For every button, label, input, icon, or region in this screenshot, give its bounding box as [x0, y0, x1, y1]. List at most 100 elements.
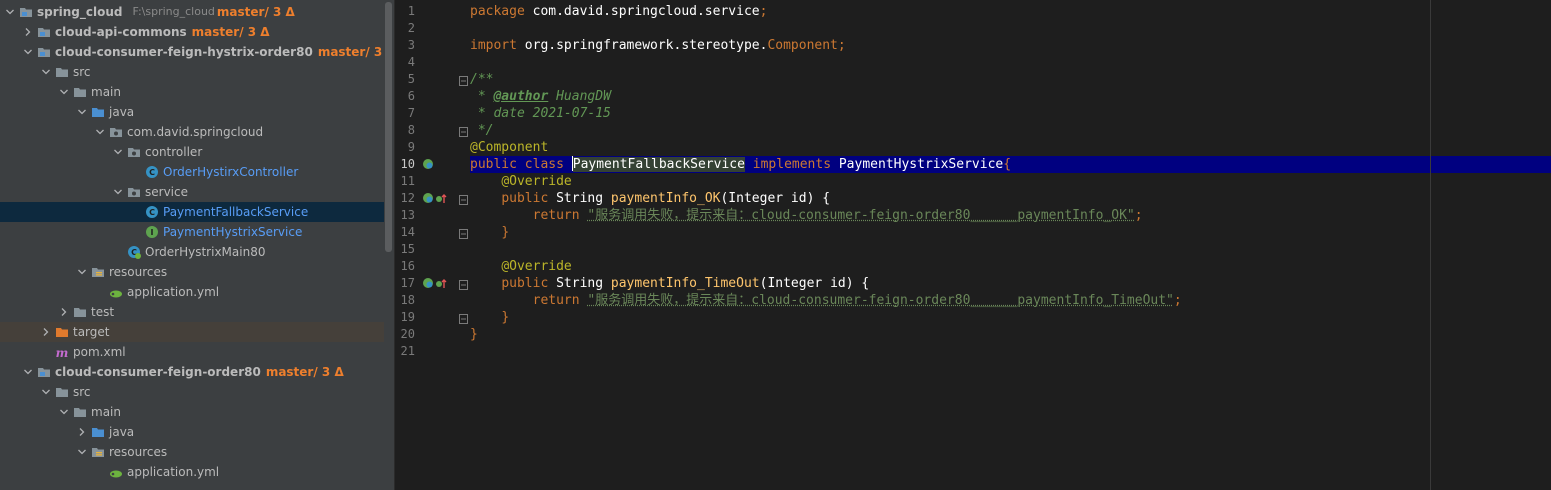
tree-item-src[interactable]: src	[0, 62, 384, 82]
code-line[interactable]	[470, 241, 1551, 258]
code-line[interactable]	[470, 54, 1551, 71]
spring-class-icon: C	[126, 244, 142, 260]
tree-item-application-yml[interactable]: application.yml	[0, 282, 384, 302]
tree-item-orderhystrixmain80[interactable]: C OrderHystrixMain80	[0, 242, 384, 262]
chevron-right-icon[interactable]	[56, 302, 72, 322]
tree-item-orderhystirxcontroller[interactable]: C OrderHystirxController	[0, 162, 384, 182]
tree-item-paymenthystrixservice[interactable]: I PaymentHystrixService	[0, 222, 384, 242]
line-number: 10	[400, 157, 415, 171]
code-line[interactable]: }	[470, 309, 1551, 326]
spring-bean-icon[interactable]	[422, 192, 434, 204]
tree-item-cloud-api-commons[interactable]: cloud-api-commons master/ 3 Δ	[0, 22, 384, 42]
chevron-down-icon[interactable]	[56, 402, 72, 422]
fold-toggle-icon[interactable]	[459, 194, 468, 205]
tree-item-cloud-consumer-feign-order80[interactable]: cloud-consumer-feign-order80 master/ 3 Δ	[0, 362, 384, 382]
tree-item-paymentfallbackservice[interactable]: C PaymentFallbackService	[0, 202, 384, 222]
line-number: 17	[400, 276, 415, 290]
code-line[interactable]: public class PaymentFallbackService impl…	[470, 156, 1551, 173]
tree-item-src[interactable]: src	[0, 382, 384, 402]
tree-item-service[interactable]: service	[0, 182, 384, 202]
code-line[interactable]: import org.springframework.stereotype.Co…	[470, 37, 1551, 54]
svg-text:C: C	[149, 168, 155, 177]
code-token: */	[470, 123, 494, 138]
code-token: {	[1003, 157, 1012, 172]
tree-item-com-david-springcloud[interactable]: com.david.springcloud	[0, 122, 384, 142]
code-line[interactable]	[470, 20, 1551, 37]
line-number: 16	[400, 259, 415, 273]
implements-method-icon[interactable]	[435, 277, 447, 289]
fold-toggle-icon[interactable]	[459, 75, 468, 86]
chevron-down-icon[interactable]	[56, 82, 72, 102]
fold-toggle-icon[interactable]	[459, 126, 468, 137]
code-line[interactable]: @Override	[470, 258, 1551, 275]
code-token: paymentInfo_OK	[610, 191, 721, 206]
line-number: 1	[407, 4, 415, 18]
code-line[interactable]: /**	[470, 71, 1551, 88]
code-line[interactable]	[470, 343, 1551, 360]
chevron-down-icon[interactable]	[74, 442, 90, 462]
chevron-down-icon[interactable]	[92, 122, 108, 142]
tree-item-resources[interactable]: resources	[0, 442, 384, 462]
chevron-down-icon[interactable]	[74, 262, 90, 282]
git-branch-badge: master/ 3 Δ	[191, 25, 270, 39]
tree-item-label: java	[109, 105, 135, 119]
code-line[interactable]: return "服务调用失败，提示来自：cloud-consumer-feign…	[470, 207, 1551, 224]
project-tree-scrollbar[interactable]	[384, 0, 395, 490]
tree-item-main[interactable]: main	[0, 82, 384, 102]
tree-item-label: src	[73, 65, 91, 79]
tree-item-cloud-consumer-feign-hystrix-order80[interactable]: cloud-consumer-feign-hystrix-order80 mast…	[0, 42, 384, 62]
code-line[interactable]: public String paymentInfo_OK(Integer id)…	[470, 190, 1551, 207]
tree-item-java[interactable]: java	[0, 422, 384, 442]
tree-item-label: main	[91, 405, 121, 419]
chevron-right-icon[interactable]	[20, 22, 36, 42]
chevron-down-icon[interactable]	[110, 182, 126, 202]
code-line[interactable]: * @author HuangDW	[470, 88, 1551, 105]
code-line[interactable]: public String paymentInfo_TimeOut(Intege…	[470, 275, 1551, 292]
chevron-down-icon[interactable]	[110, 142, 126, 162]
chevron-down-icon[interactable]	[38, 62, 54, 82]
spring-bean-icon[interactable]	[422, 277, 434, 289]
tree-item-test[interactable]: test	[0, 302, 384, 322]
folder-icon	[72, 404, 88, 420]
implemented-interface-icon[interactable]	[422, 158, 434, 170]
fold-toggle-icon[interactable]	[459, 313, 468, 324]
excluded-folder-icon	[54, 324, 70, 340]
chevron-right-icon[interactable]	[38, 322, 54, 342]
code-line[interactable]: * date 2021-07-15	[470, 105, 1551, 122]
tree-item-label: resources	[109, 265, 168, 279]
code-line[interactable]: @Component	[470, 139, 1551, 156]
code-line[interactable]: */	[470, 122, 1551, 139]
code-line[interactable]: }	[470, 224, 1551, 241]
tree-item-application-yml[interactable]: application.yml	[0, 462, 384, 482]
code-token: public	[501, 276, 557, 291]
code-line[interactable]: return "服务调用失败，提示来自：cloud-consumer-feign…	[470, 292, 1551, 309]
fold-toggle-icon[interactable]	[459, 279, 468, 290]
tree-item-controller[interactable]: controller	[0, 142, 384, 162]
module-folder-icon	[36, 24, 52, 40]
tree-item-pom-xml[interactable]: m pom.xml	[0, 342, 384, 362]
chevron-down-icon[interactable]	[74, 102, 90, 122]
fold-toggle-icon[interactable]	[459, 228, 468, 239]
tree-item-java[interactable]: java	[0, 102, 384, 122]
code-line[interactable]: package com.david.springcloud.service;	[470, 3, 1551, 20]
chevron-down-icon[interactable]	[38, 382, 54, 402]
implements-method-icon[interactable]	[435, 192, 447, 204]
scrollbar-thumb[interactable]	[385, 2, 392, 252]
chevron-right-icon[interactable]	[74, 422, 90, 442]
code-line[interactable]: }	[470, 326, 1551, 343]
source-folder-icon	[90, 104, 106, 120]
chevron-down-icon[interactable]	[2, 2, 18, 22]
tree-item-target[interactable]: target	[0, 322, 384, 342]
code-line[interactable]: @Override	[470, 173, 1551, 190]
tree-item-resources[interactable]: resources	[0, 262, 384, 282]
code-editor[interactable]: 1 2 3 4 5 6 7 8 9 10 11 12 13 14 15 16 17 18 19 20 21 packag…	[395, 0, 1551, 490]
chevron-down-icon[interactable]	[20, 42, 36, 62]
chevron-down-icon[interactable]	[20, 362, 36, 382]
tree-item-spring-cloud[interactable]: spring_cloud F:\spring_cloud master/ 3 Δ	[0, 2, 384, 22]
tree-item-main[interactable]: main	[0, 402, 384, 422]
